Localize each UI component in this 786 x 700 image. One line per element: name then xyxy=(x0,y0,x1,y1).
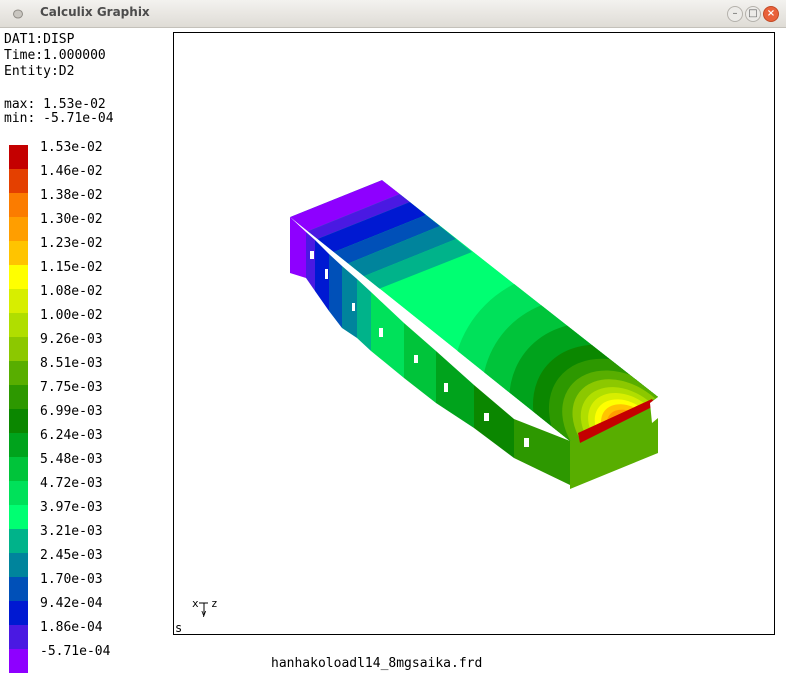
legend-swatch xyxy=(9,145,28,169)
dataset-label: DAT1:DISP xyxy=(4,32,75,47)
legend-label: 1.00e-02 xyxy=(40,308,103,323)
window-title: Calculix Graphix xyxy=(40,5,150,19)
svg-text:x: x xyxy=(192,597,199,610)
legend-swatch xyxy=(9,313,28,337)
time-label: Time:1.000000 xyxy=(4,48,106,63)
entity-label: Entity:D2 xyxy=(4,64,75,79)
legend-swatch xyxy=(9,361,28,385)
legend-label: 1.23e-02 xyxy=(40,236,103,251)
legend-swatch xyxy=(9,481,28,505)
minimize-button[interactable]: – xyxy=(727,6,743,22)
legend-label: 1.86e-04 xyxy=(40,620,103,635)
status-indicator: s xyxy=(175,621,183,635)
legend-swatch xyxy=(9,433,28,457)
filename-label: hanhakoloadl14_8mgsaika.frd xyxy=(271,656,483,671)
legend-swatch xyxy=(9,649,28,673)
title-bar[interactable]: Calculix Graphix – □ × xyxy=(0,0,786,28)
legend-swatch xyxy=(9,409,28,433)
legend-label: 1.15e-02 xyxy=(40,260,103,275)
fe-model xyxy=(290,180,658,489)
legend-label: 6.24e-03 xyxy=(40,428,103,443)
legend-swatch xyxy=(9,505,28,529)
legend-label: 1.70e-03 xyxy=(40,572,103,587)
legend-label: 3.97e-03 xyxy=(40,500,103,515)
svg-text:z: z xyxy=(211,597,218,610)
legend-label: 1.38e-02 xyxy=(40,188,103,203)
legend-swatch xyxy=(9,337,28,361)
legend-swatch xyxy=(9,289,28,313)
legend-swatch xyxy=(9,529,28,553)
legend-swatch xyxy=(9,241,28,265)
svg-text:y: y xyxy=(201,609,207,617)
legend-swatch xyxy=(9,553,28,577)
close-button[interactable]: × xyxy=(763,6,779,22)
legend-label: 2.45e-03 xyxy=(40,548,103,563)
legend-label: 1.53e-02 xyxy=(40,140,103,155)
legend-label: 4.72e-03 xyxy=(40,476,103,491)
legend-swatch xyxy=(9,577,28,601)
legend-swatch xyxy=(9,601,28,625)
legend-swatch xyxy=(9,193,28,217)
legend-label: -5.71e-04 xyxy=(40,644,111,659)
legend-swatch xyxy=(9,265,28,289)
legend-swatch xyxy=(9,385,28,409)
app-window: Calculix Graphix – □ × DAT1:DISP Time:1.… xyxy=(0,0,786,700)
legend-label: 1.30e-02 xyxy=(40,212,103,227)
legend-label: 7.75e-03 xyxy=(40,380,103,395)
legend-swatch xyxy=(9,217,28,241)
axis-triad-icon: x y z xyxy=(192,597,218,617)
legend-swatch xyxy=(9,169,28,193)
legend-label: 1.08e-02 xyxy=(40,284,103,299)
legend-label: 3.21e-03 xyxy=(40,524,103,539)
legend-swatch xyxy=(9,457,28,481)
app-icon xyxy=(13,9,23,19)
min-value-label: min: -5.71e-04 xyxy=(4,111,114,126)
legend-label: 9.26e-03 xyxy=(40,332,103,347)
maximize-button[interactable]: □ xyxy=(745,6,761,22)
legend-label: 8.51e-03 xyxy=(40,356,103,371)
legend-label: 5.48e-03 xyxy=(40,452,103,467)
legend-label: 9.42e-04 xyxy=(40,596,103,611)
model-top-face xyxy=(290,180,658,441)
legend-label: 6.99e-03 xyxy=(40,404,103,419)
graphics-viewport[interactable]: x y z s xyxy=(173,32,775,635)
legend-swatch xyxy=(9,625,28,649)
legend-label: 1.46e-02 xyxy=(40,164,103,179)
